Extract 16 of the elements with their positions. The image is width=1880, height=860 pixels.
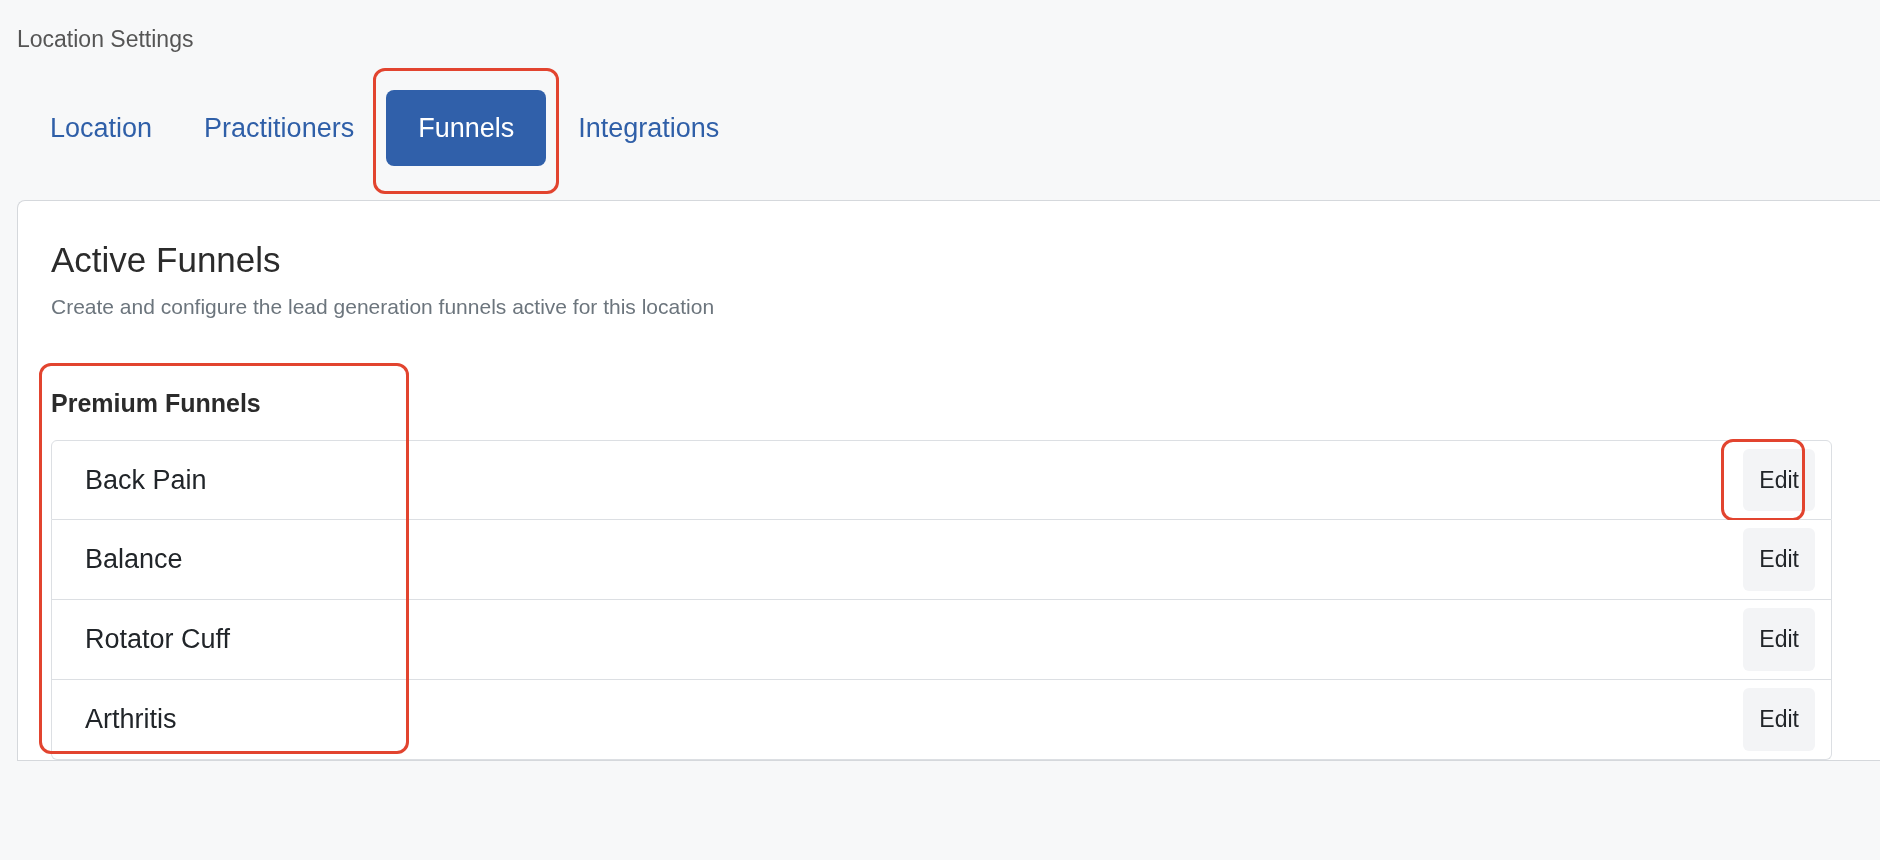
funnel-name: Arthritis (85, 703, 177, 737)
tab[interactable]: Funnels (386, 89, 547, 166)
section-title: Premium Funnels (51, 387, 262, 419)
tab[interactable]: Location (30, 89, 173, 166)
tab[interactable]: Practitioners (184, 89, 375, 166)
edit-button[interactable]: Edit (1743, 688, 1815, 751)
funnel-name: Rotator Cuff (85, 623, 231, 657)
edit-button[interactable]: Edit (1743, 448, 1815, 512)
tab[interactable]: Integrations (558, 89, 740, 166)
card-title: Active Funnels (51, 239, 282, 281)
edit-button[interactable]: Edit (1743, 608, 1815, 671)
card-subtitle: Create and configure the lead generation funnels active for this location (51, 294, 716, 320)
funnel-name: Back Pain (85, 463, 207, 497)
page-title: Location Settings (16, 25, 195, 54)
funnel-name: Balance (85, 543, 183, 577)
edit-button[interactable]: Edit (1743, 528, 1815, 591)
